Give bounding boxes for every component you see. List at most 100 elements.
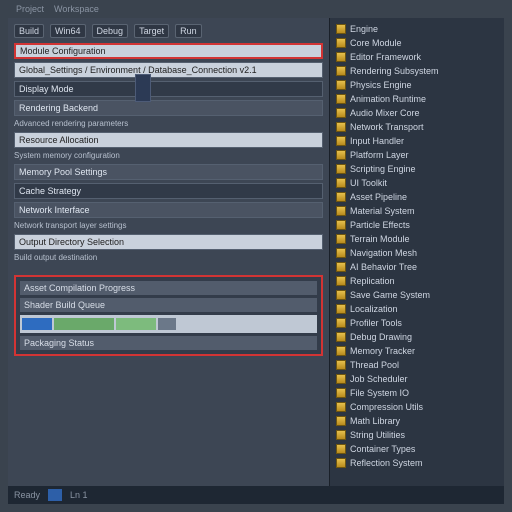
- panel-field-6[interactable]: Output Directory Selection: [14, 234, 323, 250]
- tool-c[interactable]: Debug: [92, 24, 129, 38]
- tree-node[interactable]: Rendering Subsystem: [332, 64, 502, 77]
- section-row-3[interactable]: Packaging Status: [20, 336, 317, 350]
- tool-b[interactable]: Win64: [50, 24, 86, 38]
- tree-node[interactable]: Compression Utils: [332, 400, 502, 413]
- tree-node[interactable]: String Utilities: [332, 428, 502, 441]
- tool-e[interactable]: Run: [175, 24, 202, 38]
- tree-label: Engine: [350, 24, 378, 34]
- tree-node[interactable]: Navigation Mesh: [332, 246, 502, 259]
- highlighted-section: Asset Compilation Progress Shader Build …: [14, 275, 323, 356]
- tree-label: Terrain Module: [350, 234, 410, 244]
- tree-label: Thread Pool: [350, 360, 399, 370]
- tree-node[interactable]: Editor Framework: [332, 50, 502, 63]
- panel-field-5[interactable]: Network Interface: [14, 202, 323, 218]
- timeline-seg-2[interactable]: [54, 318, 114, 330]
- status-mode: Ln 1: [70, 490, 88, 500]
- label-2: System memory configuration: [14, 151, 323, 161]
- tree-node[interactable]: Core Module: [332, 36, 502, 49]
- tree-label: Input Handler: [350, 136, 404, 146]
- tree-label: Reflection System: [350, 458, 423, 468]
- tree-node[interactable]: Reflection System: [332, 456, 502, 469]
- folder-icon: [336, 444, 346, 454]
- tree-node[interactable]: Container Types: [332, 442, 502, 455]
- panel-field-3[interactable]: Memory Pool Settings: [14, 164, 323, 180]
- tree-node[interactable]: Platform Layer: [332, 148, 502, 161]
- menu-file[interactable]: Project: [16, 4, 44, 16]
- folder-icon: [336, 52, 346, 62]
- status-bar: Ready Ln 1: [8, 486, 504, 504]
- tree-node[interactable]: Animation Runtime: [332, 92, 502, 105]
- file-tree[interactable]: Engine Core Module Editor Framework Rend…: [332, 22, 502, 469]
- main-editor-pane: Build Win64 Debug Target Run Module Conf…: [8, 18, 329, 504]
- tool-d[interactable]: Target: [134, 24, 169, 38]
- tree-label: Localization: [350, 304, 398, 314]
- folder-icon: [336, 150, 346, 160]
- folder-icon: [336, 178, 346, 188]
- toolbar: Build Win64 Debug Target Run: [14, 22, 323, 40]
- panel-field-1[interactable]: Rendering Backend: [14, 100, 323, 116]
- tree-node[interactable]: Job Scheduler: [332, 372, 502, 385]
- tree-node[interactable]: Terrain Module: [332, 232, 502, 245]
- tree-node[interactable]: Particle Effects: [332, 218, 502, 231]
- tree-node[interactable]: Save Game System: [332, 288, 502, 301]
- tree-label: AI Behavior Tree: [350, 262, 417, 272]
- folder-icon: [336, 122, 346, 132]
- folder-icon: [336, 304, 346, 314]
- tree-node[interactable]: Material System: [332, 204, 502, 217]
- panel-field-2[interactable]: Resource Allocation: [14, 132, 323, 148]
- folder-icon: [336, 234, 346, 244]
- tree-node[interactable]: Thread Pool: [332, 358, 502, 371]
- side-widget[interactable]: [135, 74, 151, 102]
- folder-icon: [336, 318, 346, 328]
- timeline-seg-3[interactable]: [116, 318, 156, 330]
- tree-label: Network Transport: [350, 122, 424, 132]
- tree-node[interactable]: File System IO: [332, 386, 502, 399]
- tree-node[interactable]: Localization: [332, 302, 502, 315]
- menu-edit[interactable]: Workspace: [54, 4, 99, 16]
- tree-node[interactable]: Profiler Tools: [332, 316, 502, 329]
- tree-label: Save Game System: [350, 290, 430, 300]
- folder-icon: [336, 164, 346, 174]
- tree-label: Physics Engine: [350, 80, 412, 90]
- folder-icon: [336, 220, 346, 230]
- folder-icon: [336, 290, 346, 300]
- tree-label: Editor Framework: [350, 52, 421, 62]
- panel-subtitle: Display Mode: [14, 81, 323, 97]
- section-row-2[interactable]: Shader Build Queue: [20, 298, 317, 312]
- panel-input[interactable]: Global_Settings / Environment / Database…: [14, 62, 323, 78]
- tree-node[interactable]: Scripting Engine: [332, 162, 502, 175]
- folder-icon: [336, 192, 346, 202]
- tree-node[interactable]: Memory Tracker: [332, 344, 502, 357]
- tree-node[interactable]: Engine: [332, 22, 502, 35]
- tree-node[interactable]: Asset Pipeline: [332, 190, 502, 203]
- timeline[interactable]: [20, 315, 317, 333]
- tree-node[interactable]: Math Library: [332, 414, 502, 427]
- file-tree-pane: Engine Core Module Editor Framework Rend…: [329, 18, 504, 504]
- tree-node[interactable]: Audio Mixer Core: [332, 106, 502, 119]
- status-indicator-icon[interactable]: [48, 489, 62, 501]
- tree-label: Material System: [350, 206, 415, 216]
- tree-label: Scripting Engine: [350, 164, 416, 174]
- tree-label: UI Toolkit: [350, 178, 387, 188]
- folder-icon: [336, 262, 346, 272]
- tree-label: Compression Utils: [350, 402, 423, 412]
- tree-node[interactable]: Input Handler: [332, 134, 502, 147]
- folder-icon: [336, 374, 346, 384]
- timeline-seg-4[interactable]: [158, 318, 176, 330]
- folder-icon: [336, 94, 346, 104]
- tree-node[interactable]: UI Toolkit: [332, 176, 502, 189]
- tree-label: Particle Effects: [350, 220, 410, 230]
- tree-node[interactable]: AI Behavior Tree: [332, 260, 502, 273]
- tree-label: Asset Pipeline: [350, 192, 407, 202]
- tree-node[interactable]: Debug Drawing: [332, 330, 502, 343]
- tree-node[interactable]: Physics Engine: [332, 78, 502, 91]
- timeline-seg-1[interactable]: [22, 318, 52, 330]
- tree-node[interactable]: Network Transport: [332, 120, 502, 133]
- tool-a[interactable]: Build: [14, 24, 44, 38]
- folder-icon: [336, 332, 346, 342]
- section-row-1[interactable]: Asset Compilation Progress: [20, 281, 317, 295]
- tree-node[interactable]: Replication: [332, 274, 502, 287]
- folder-icon: [336, 458, 346, 468]
- tree-label: Platform Layer: [350, 150, 409, 160]
- panel-title-highlighted[interactable]: Module Configuration: [14, 43, 323, 59]
